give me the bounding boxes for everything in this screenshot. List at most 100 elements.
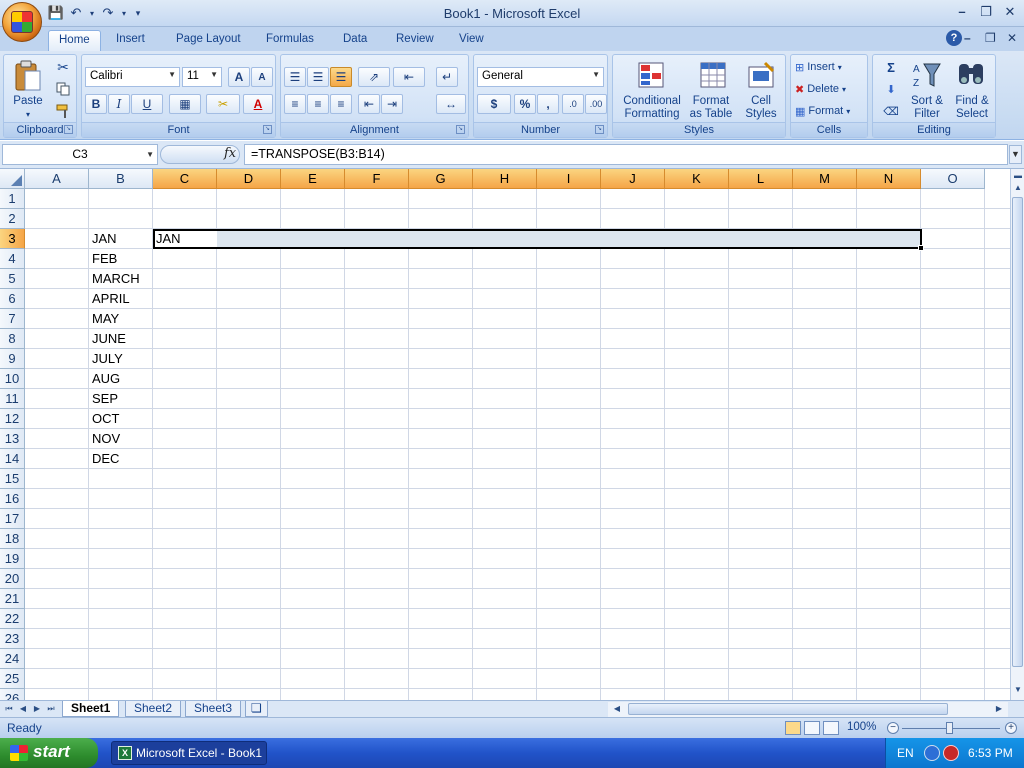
column-header-h[interactable]: H [473, 169, 537, 189]
row-header-6[interactable]: 6 [0, 289, 25, 309]
cell-b4[interactable]: FEB [89, 249, 117, 269]
column-header-g[interactable]: G [409, 169, 473, 189]
format-as-table-label2[interactable]: as Table [685, 108, 737, 121]
conditional-formatting-icon[interactable] [635, 59, 667, 91]
row-header-26[interactable]: 26 [0, 689, 25, 700]
column-header-l[interactable]: L [729, 169, 793, 189]
row-header-20[interactable]: 20 [0, 569, 25, 589]
first-sheet-icon[interactable]: ⏮ [2, 702, 16, 716]
horizontal-scrollbar[interactable]: ◀ ▶ [608, 702, 1008, 717]
tray-arrow-icon[interactable] [924, 745, 940, 761]
sheet-tab-sheet2[interactable]: Sheet2 [125, 701, 182, 717]
comma-button[interactable]: , [537, 94, 559, 114]
vertical-scroll-thumb[interactable] [1012, 197, 1023, 667]
undo-icon[interactable]: ↶ [68, 5, 84, 21]
cut-icon[interactable]: ✂ [54, 58, 72, 76]
tab-home[interactable]: Home [48, 30, 101, 51]
align-right-icon[interactable]: ≡ [330, 94, 352, 114]
scroll-left-icon[interactable]: ◀ [610, 702, 624, 716]
column-header-o[interactable]: O [921, 169, 985, 189]
column-header-j[interactable]: J [601, 169, 665, 189]
insert-sheet-icon[interactable]: ❏ [245, 701, 268, 717]
doc-close-button[interactable]: ✕ [1007, 31, 1017, 45]
customize-qat-icon[interactable]: ▾ [132, 5, 144, 21]
row-header-14[interactable]: 14 [0, 449, 25, 469]
cell-b9[interactable]: JULY [89, 349, 123, 369]
sheet-tab-sheet3[interactable]: Sheet3 [185, 701, 242, 717]
redo-icon[interactable]: ↷ [100, 5, 116, 21]
column-header-m[interactable]: M [793, 169, 857, 189]
rtl-icon[interactable]: ⇤ [393, 67, 425, 87]
row-header-7[interactable]: 7 [0, 309, 25, 329]
column-header-e[interactable]: E [281, 169, 345, 189]
find-select-label2[interactable]: Select [949, 108, 995, 121]
tab-data[interactable]: Data [333, 30, 377, 51]
cell-styles-label2[interactable]: Styles [739, 108, 783, 121]
cell-b12[interactable]: OCT [89, 409, 119, 429]
number-launcher-icon[interactable]: ↘ [595, 125, 604, 134]
row-header-18[interactable]: 18 [0, 529, 25, 549]
row-header-2[interactable]: 2 [0, 209, 25, 229]
tab-review[interactable]: Review [386, 30, 444, 51]
tab-insert[interactable]: Insert [106, 30, 155, 51]
row-header-17[interactable]: 17 [0, 509, 25, 529]
italic-button[interactable]: I [108, 94, 130, 114]
underline-button[interactable]: U [131, 94, 163, 114]
cell-styles-icon[interactable] [745, 59, 777, 91]
font-color-button[interactable]: A [243, 94, 273, 114]
fill-handle[interactable] [918, 245, 924, 251]
page-break-view-icon[interactable] [823, 721, 839, 735]
row-header-23[interactable]: 23 [0, 629, 25, 649]
insert-cells-button[interactable]: ⊞ Insert ▾ [795, 58, 865, 76]
borders-icon[interactable]: ▦ [169, 94, 201, 114]
column-header-b[interactable]: B [89, 169, 153, 189]
font-launcher-icon[interactable]: ↘ [263, 125, 272, 134]
find-select-label1[interactable]: Find & [949, 95, 995, 108]
row-header-12[interactable]: 12 [0, 409, 25, 429]
tab-formulas[interactable]: Formulas [256, 30, 324, 51]
decrease-indent-icon[interactable]: ⇤ [358, 94, 380, 114]
font-name-combo[interactable]: Calibri ▼ [85, 67, 180, 87]
alignment-launcher-icon[interactable]: ↘ [456, 125, 465, 134]
align-center-icon[interactable]: ≡ [307, 94, 329, 114]
undo-dropdown-icon[interactable]: ▾ [88, 5, 96, 21]
restore-button[interactable]: ❐ [977, 4, 995, 20]
cell-b13[interactable]: NOV [89, 429, 120, 449]
bold-button[interactable]: B [85, 94, 107, 114]
grow-font-button[interactable]: A [228, 67, 250, 87]
delete-cells-button[interactable]: ✖ Delete ▾ [795, 80, 865, 98]
zoom-slider-thumb[interactable] [946, 722, 953, 734]
row-header-9[interactable]: 9 [0, 349, 25, 369]
fill-color-icon[interactable]: ✂ [206, 94, 240, 114]
merge-center-icon[interactable]: ↔ [436, 94, 466, 114]
paste-dropdown-icon[interactable]: ▾ [10, 108, 46, 121]
row-header-13[interactable]: 13 [0, 429, 25, 449]
taskbar-excel-button[interactable]: X Microsoft Excel - Book1 [111, 741, 267, 765]
normal-view-icon[interactable] [785, 721, 801, 735]
expand-formula-bar-icon[interactable]: ▼ [1009, 145, 1022, 164]
font-size-combo[interactable]: 11 ▼ [182, 67, 222, 87]
column-header-n[interactable]: N [857, 169, 921, 189]
cell-c3[interactable]: JAN [153, 229, 181, 249]
align-middle-icon[interactable]: ☰ [307, 67, 329, 87]
redo-dropdown-icon[interactable]: ▾ [120, 5, 128, 21]
find-select-icon[interactable] [955, 59, 987, 91]
conditional-formatting-label1[interactable]: Conditional [615, 95, 689, 108]
last-sheet-icon[interactable]: ⏭ [44, 702, 58, 716]
doc-minimize-button[interactable]: – [964, 31, 971, 45]
paste-icon[interactable] [10, 57, 46, 95]
start-button[interactable]: start [0, 738, 98, 768]
decrease-decimal-icon[interactable]: .00 [585, 94, 607, 114]
save-icon[interactable]: 💾 [48, 5, 64, 21]
row-header-5[interactable]: 5 [0, 269, 25, 289]
row-header-19[interactable]: 19 [0, 549, 25, 569]
cell-b6[interactable]: APRIL [89, 289, 130, 309]
vertical-scrollbar[interactable]: ▬ ▲ ▼ [1010, 169, 1024, 700]
column-header-f[interactable]: F [345, 169, 409, 189]
wrap-text-icon[interactable]: ↵ [436, 67, 458, 87]
align-left-icon[interactable]: ≡ [284, 94, 306, 114]
clear-icon[interactable]: ⌫ [877, 102, 905, 120]
tab-view[interactable]: View [449, 30, 494, 51]
row-header-22[interactable]: 22 [0, 609, 25, 629]
help-icon[interactable]: ? [946, 30, 962, 46]
